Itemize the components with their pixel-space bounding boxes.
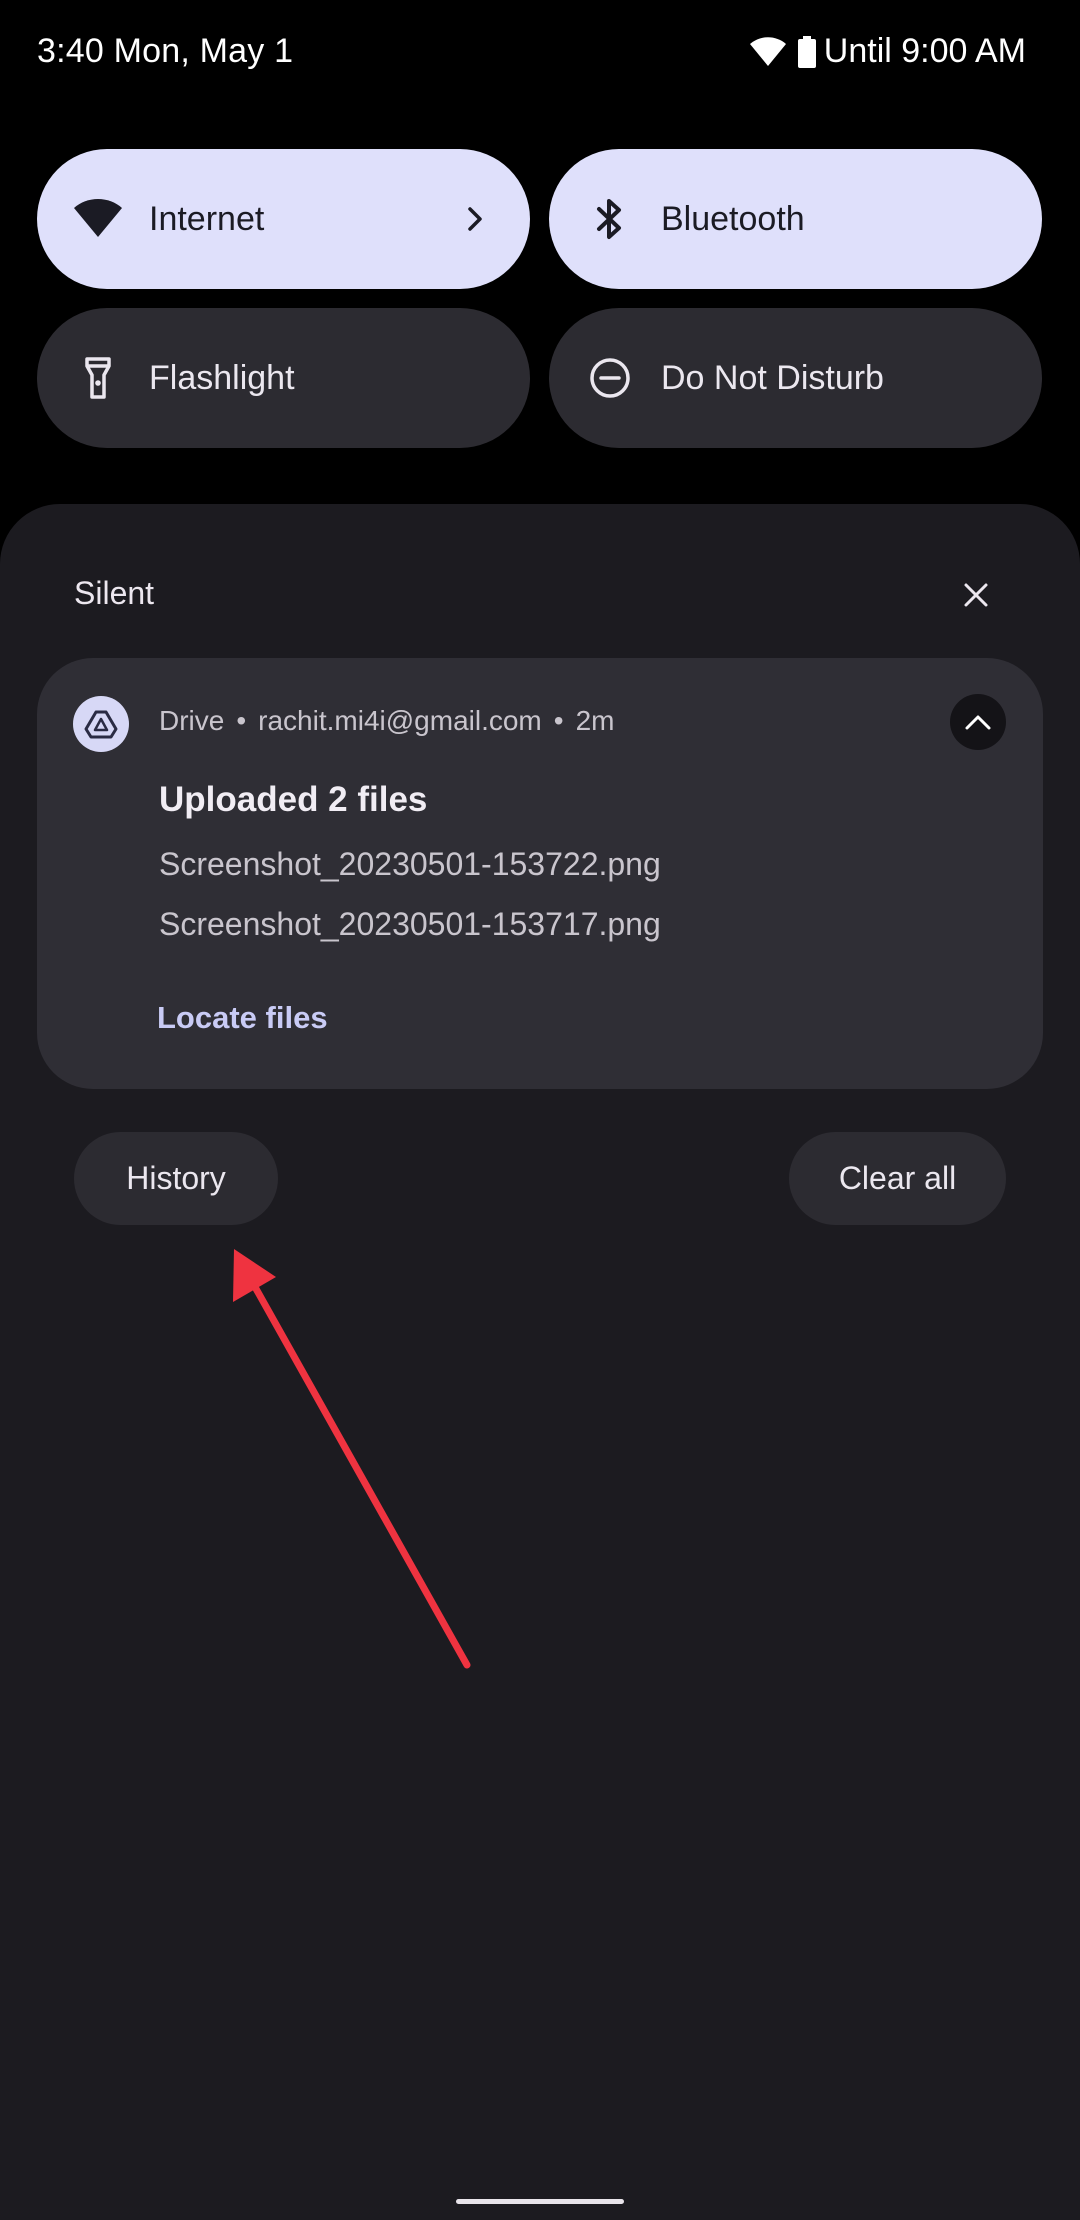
battery-icon (797, 35, 816, 68)
chevron-right-icon (468, 207, 482, 231)
status-right-group: Until 9:00 AM (749, 32, 1026, 71)
flashlight-icon (73, 353, 123, 403)
notification-time: 2m (575, 705, 615, 736)
tile-internet-label: Internet (149, 199, 265, 238)
do-not-disturb-icon (585, 353, 635, 403)
tile-flashlight-label: Flashlight (149, 358, 295, 397)
notification-app-name: Drive (159, 705, 225, 736)
tile-bluetooth[interactable]: Bluetooth (549, 149, 1042, 289)
notification-title: Uploaded 2 files (159, 780, 428, 819)
section-header-silent: Silent (74, 575, 155, 611)
wifi-icon (73, 194, 123, 244)
chevron-up-icon (965, 715, 991, 730)
tile-internet[interactable]: Internet (37, 149, 530, 289)
close-icon[interactable] (956, 575, 996, 615)
notification-line: Screenshot_20230501-153722.png (159, 846, 661, 882)
notification-header: Drive • rachit.mi4i@gmail.com • 2m (159, 705, 615, 736)
tile-do-not-disturb-label: Do Not Disturb (661, 358, 884, 397)
drive-app-icon (73, 696, 129, 752)
notification-line: Screenshot_20230501-153717.png (159, 906, 661, 942)
clear-all-button[interactable]: Clear all (789, 1132, 1006, 1225)
tile-flashlight[interactable]: Flashlight (37, 308, 530, 448)
tile-do-not-disturb[interactable]: Do Not Disturb (549, 308, 1042, 448)
bluetooth-icon (585, 194, 635, 244)
status-bar: 3:40 Mon, May 1 Until 9:00 AM (0, 0, 1080, 110)
notification-account: rachit.mi4i@gmail.com (258, 705, 542, 736)
gesture-navigation-bar[interactable] (456, 2199, 624, 2204)
history-button[interactable]: History (74, 1132, 278, 1225)
collapse-button[interactable] (950, 694, 1006, 750)
tile-bluetooth-label: Bluetooth (661, 199, 805, 238)
locate-files-button[interactable]: Locate files (157, 1000, 328, 1036)
alarm-text: Until 9:00 AM (823, 32, 1026, 70)
status-time-date: 3:40 Mon, May 1 (37, 32, 294, 70)
wifi-icon (749, 36, 786, 66)
